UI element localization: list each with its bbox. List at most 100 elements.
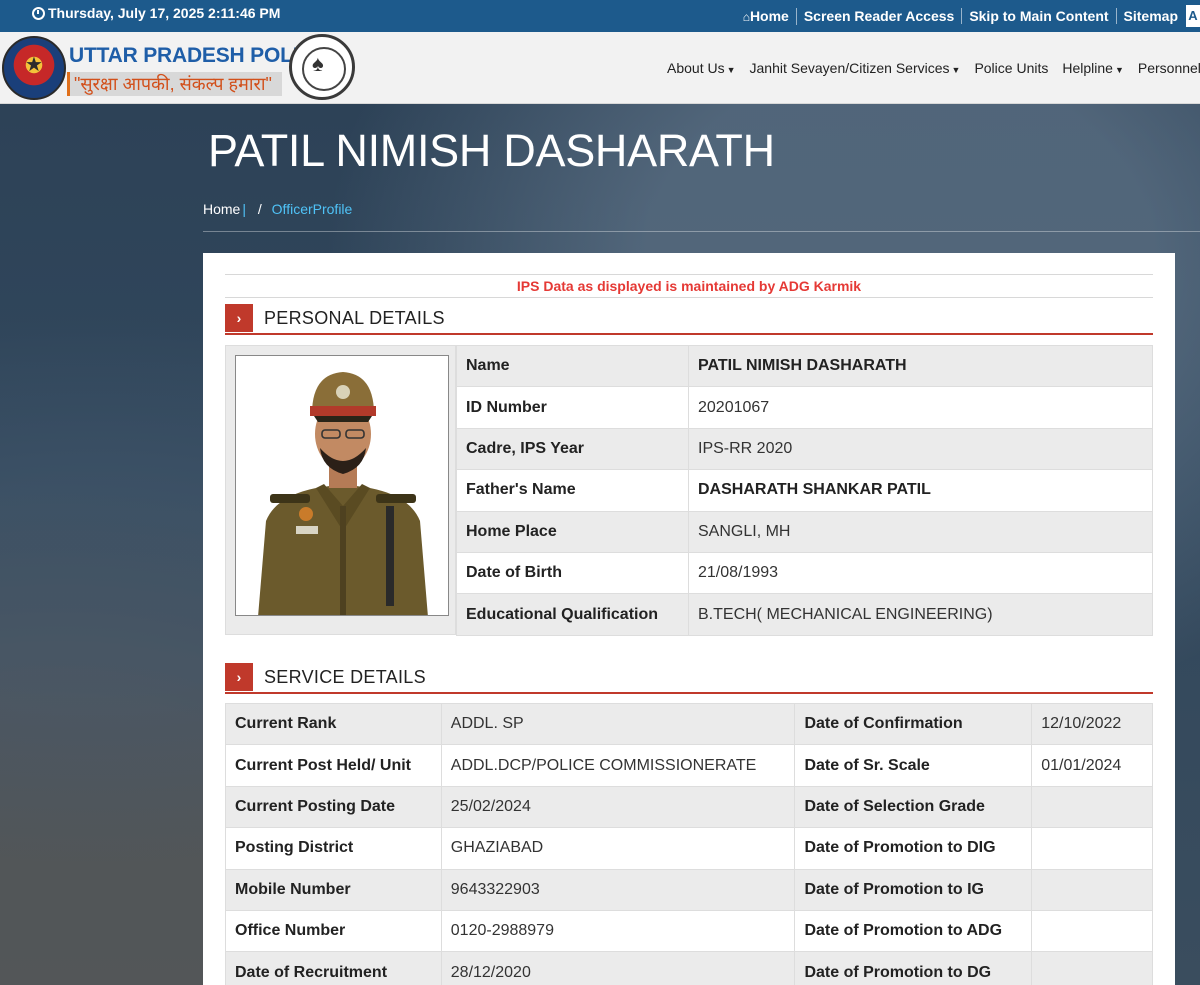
state-seal-logo: [289, 34, 355, 100]
row-label: Cadre, IPS Year: [456, 427, 689, 471]
row-value: PATIL NIMISH DASHARATH: [688, 344, 1153, 388]
screen-reader-link[interactable]: Screen Reader Access: [797, 8, 963, 24]
officer-photo: [235, 355, 449, 616]
table-row: Date of Recruitment 28/12/2020 Date of Pro…: [225, 951, 1153, 985]
table-row: Father's Name DASHARATH SHANKAR PATIL: [456, 469, 1153, 512]
breadcrumb-slash: /: [257, 201, 262, 217]
row-value: 01/01/2024: [1031, 744, 1153, 787]
row-label: Father's Name: [456, 469, 689, 512]
row-value: [1031, 909, 1153, 953]
row-label: Date of Recruitment: [225, 951, 442, 985]
row-label: Date of Sr. Scale: [794, 744, 1033, 787]
table-row: Mobile Number 9643322903 Date of Promotion…: [225, 868, 1153, 911]
row-label: Date of Birth: [456, 551, 689, 595]
table-row: Cadre, IPS Year IPS-RR 2020: [456, 427, 1153, 471]
home-link[interactable]: ⌂Home: [736, 7, 797, 25]
chevron-right-icon: ›: [225, 304, 253, 332]
row-value: 20201067: [688, 386, 1153, 429]
service-details-header: › SERVICE DETAILS: [225, 662, 1153, 694]
row-value: B.TECH( MECHANICAL ENGINEERING): [688, 593, 1153, 636]
row-value: [1031, 951, 1153, 985]
officer-profile-card: IPS Data as displayed is maintained by A…: [203, 253, 1175, 985]
row-label: Date of Promotion to DG: [794, 951, 1033, 985]
row-label: Current Rank: [225, 702, 442, 746]
row-label: Mobile Number: [225, 868, 442, 911]
row-label: Name: [456, 344, 689, 388]
caret-down-icon: ▼: [1114, 65, 1124, 75]
service-details-table: Current Rank ADDL. SP Date of Confirmation…: [225, 702, 1153, 985]
brand-tagline: "सुरक्षा आपकी, संकल्प हमारा": [67, 72, 282, 96]
table-row: Home Place SANGLI, MH: [456, 510, 1153, 553]
officer-portrait-image: [236, 356, 448, 615]
home-icon: ⌂: [742, 9, 750, 24]
row-value: GHAZIABAD: [440, 827, 796, 870]
chevron-right-icon: ›: [225, 663, 253, 691]
row-label: Educational Qualification: [456, 593, 689, 636]
section-title: SERVICE DETAILS: [264, 667, 426, 687]
row-value: 21/08/1993: [688, 551, 1153, 595]
table-row: Current Rank ADDL. SP Date of Confirmation…: [225, 702, 1153, 746]
row-value: 25/02/2024: [440, 785, 796, 829]
personal-details-table: Name PATIL NIMISH DASHARATH ID Number 2020…: [456, 344, 1153, 636]
table-row: Posting District GHAZIABAD Date of Promoti…: [225, 827, 1153, 870]
row-value: 0120-2988979: [440, 909, 796, 953]
row-value: ADDL. SP: [440, 702, 796, 746]
utility-links: ⌂Home Screen Reader Access Skip to Main …: [736, 0, 1200, 32]
main-navigation: About Us ▼ Janhit Sevayen/Citizen Service…: [660, 32, 1200, 104]
breadcrumb-divider: [203, 231, 1200, 232]
sitemap-link[interactable]: Sitemap: [1117, 8, 1185, 24]
row-value: SANGLI, MH: [688, 510, 1153, 553]
nav-helpline[interactable]: Helpline ▼: [1055, 60, 1131, 76]
row-label: Posting District: [225, 827, 442, 870]
breadcrumb-home-link[interactable]: Home: [203, 201, 240, 217]
row-value: [1031, 827, 1153, 870]
breadcrumb: Home | / OfficerProfile: [203, 201, 352, 217]
nav-personnel[interactable]: Personnel: [1131, 60, 1200, 76]
row-label: Home Place: [456, 510, 689, 553]
row-value: 12/10/2022: [1031, 702, 1153, 746]
nav-about-us[interactable]: About Us ▼: [660, 60, 743, 76]
section-title: PERSONAL DETAILS: [264, 308, 445, 328]
page-title: PATIL NIMISH DASHARATH: [208, 125, 775, 176]
breadcrumb-current[interactable]: OfficerProfile: [272, 201, 353, 217]
table-row: Current Post Held/ Unit ADDL.DCP/POLICE C…: [225, 744, 1153, 787]
divider: [225, 297, 1153, 298]
datetime-text: Thursday, July 17, 2025 2:11:46 PM: [48, 5, 281, 21]
row-label: Date of Promotion to DIG: [794, 827, 1033, 870]
font-size-button[interactable]: A: [1186, 5, 1200, 27]
datetime-display: Thursday, July 17, 2025 2:11:46 PM: [32, 5, 280, 21]
table-row: Educational Qualification B.TECH( MECHANI…: [456, 593, 1153, 636]
table-row: Office Number 0120-2988979 Date of Promoti…: [225, 909, 1153, 953]
nav-citizen-services[interactable]: Janhit Sevayen/Citizen Services ▼: [743, 60, 968, 76]
caret-down-icon: ▼: [951, 65, 961, 75]
top-utility-bar: Thursday, July 17, 2025 2:11:46 PM ⌂Home…: [0, 0, 1200, 32]
nav-police-units[interactable]: Police Units: [967, 60, 1055, 76]
row-value: [1031, 868, 1153, 911]
table-row: ID Number 20201067: [456, 386, 1153, 429]
clock-icon: [32, 6, 45, 20]
row-label: Date of Promotion to IG: [794, 868, 1033, 911]
row-value: 28/12/2020: [440, 951, 796, 985]
site-header: UTTAR PRADESH POLICE "सुरक्षा आपकी, संकल…: [0, 32, 1200, 104]
row-label: Date of Confirmation: [794, 702, 1033, 746]
table-row: Name PATIL NIMISH DASHARATH: [456, 344, 1153, 388]
table-row: Date of Birth 21/08/1993: [456, 551, 1153, 595]
row-value: [1031, 785, 1153, 829]
data-notice: IPS Data as displayed is maintained by A…: [516, 278, 862, 294]
table-row: Current Posting Date 25/02/2024 Date of Se…: [225, 785, 1153, 829]
up-police-logo[interactable]: [2, 36, 66, 100]
row-label: ID Number: [456, 386, 689, 429]
skip-to-content-link[interactable]: Skip to Main Content: [962, 8, 1117, 24]
row-label: Date of Selection Grade: [794, 785, 1033, 829]
row-label: Office Number: [225, 909, 442, 953]
photo-cell: [225, 345, 456, 635]
caret-down-icon: ▼: [726, 65, 736, 75]
row-label: Current Post Held/ Unit: [225, 744, 442, 787]
breadcrumb-separator: |: [242, 201, 246, 217]
row-value: IPS-RR 2020: [688, 427, 1153, 471]
row-value: DASHARATH SHANKAR PATIL: [688, 469, 1153, 512]
row-value: ADDL.DCP/POLICE COMMISSIONERATE: [440, 744, 796, 787]
row-label: Date of Promotion to ADG: [794, 909, 1033, 953]
personal-details-header: › PERSONAL DETAILS: [225, 303, 1153, 335]
row-value: 9643322903: [440, 868, 796, 911]
